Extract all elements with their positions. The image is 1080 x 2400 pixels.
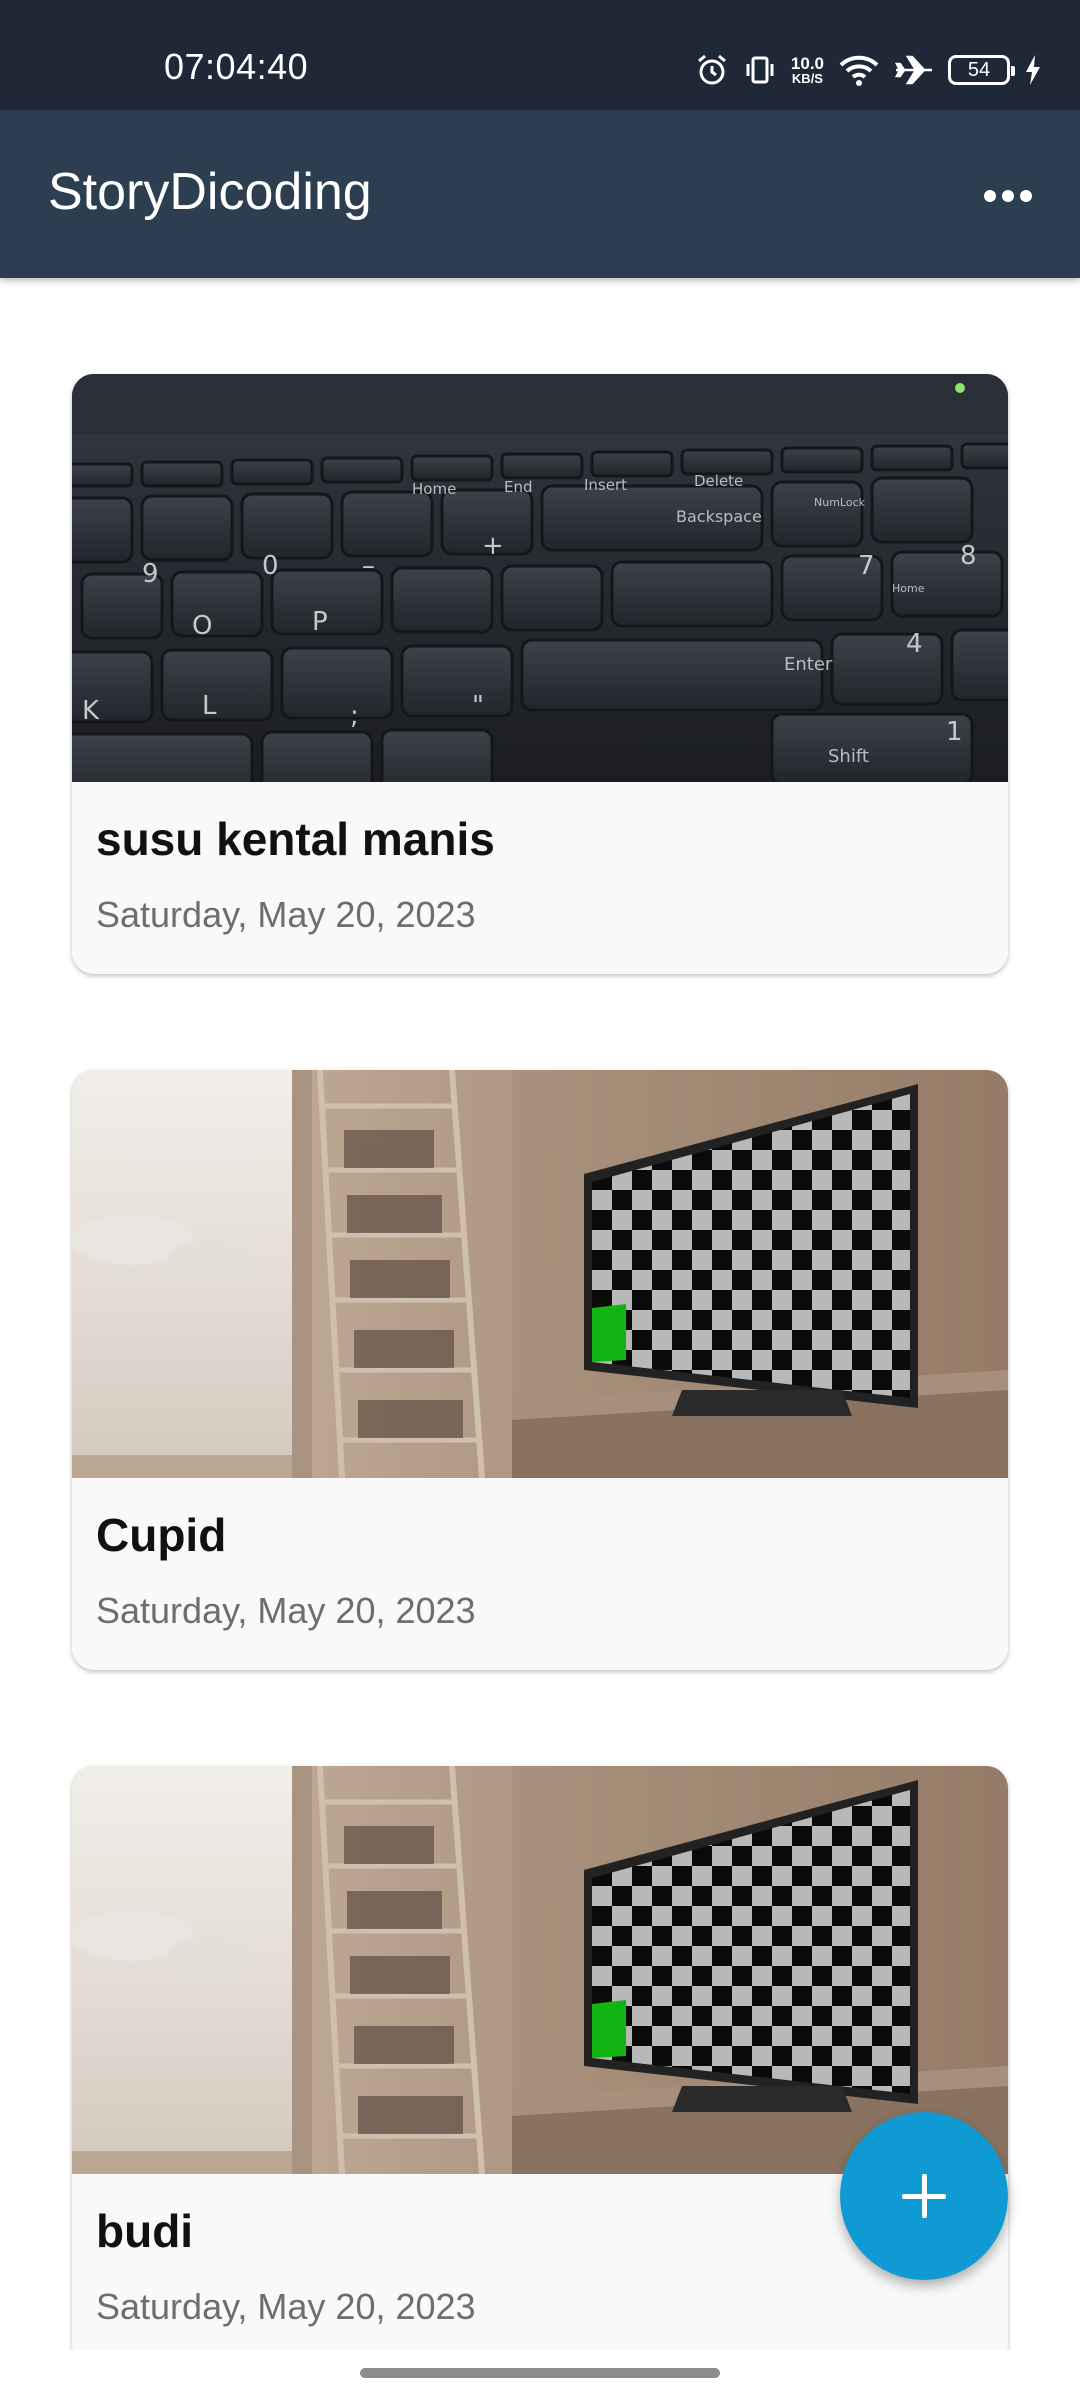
svg-text:": " — [472, 691, 484, 721]
story-card[interactable]: budi Saturday, May 20, 2023 — [72, 1766, 1008, 2350]
story-card[interactable]: Home End Insert Delete Backspace NumLock… — [72, 374, 1008, 974]
story-image-room — [72, 1070, 1008, 1478]
svg-text:O: O — [192, 611, 212, 641]
svg-text:Shift: Shift — [828, 746, 869, 767]
svg-text:0: 0 — [262, 551, 279, 581]
svg-text:NumLock: NumLock — [814, 496, 866, 509]
wifi-icon — [839, 55, 879, 86]
svg-text:Backspace: Backspace — [676, 507, 762, 526]
more-dots-icon[interactable] — [984, 172, 1032, 220]
status-bar: 07:04:40 10.0 KB/S 54 — [0, 0, 1080, 110]
story-card[interactable]: Cupid Saturday, May 20, 2023 — [72, 1070, 1008, 1670]
story-date: Saturday, May 20, 2023 — [96, 894, 476, 935]
dot — [1020, 190, 1032, 202]
svg-text:Enter: Enter — [784, 654, 833, 675]
svg-text:8: 8 — [960, 541, 977, 571]
airplane-icon — [894, 55, 932, 85]
svg-text:1: 1 — [946, 717, 963, 747]
keyboard-photo: Home End Insert Delete Backspace NumLock… — [72, 374, 1008, 782]
room-tv-checkerboard-photo — [72, 1766, 1008, 2174]
story-image-room — [72, 1766, 1008, 2174]
dot — [1002, 190, 1014, 202]
svg-text:–: – — [362, 551, 375, 581]
svg-text:7: 7 — [858, 551, 875, 581]
svg-text:Home: Home — [412, 480, 456, 498]
svg-text:;: ; — [350, 701, 359, 731]
net-speed-unit: KB/S — [791, 70, 823, 86]
story-name: budi — [96, 2205, 194, 2257]
svg-text:+: + — [482, 531, 504, 561]
svg-text:4: 4 — [906, 629, 923, 659]
dot — [984, 190, 996, 202]
svg-text:Insert: Insert — [584, 476, 627, 494]
net-speed-value: 10.0 — [790, 53, 824, 73]
svg-text:End: End — [504, 478, 533, 496]
svg-text:K: K — [82, 696, 100, 726]
svg-text:P: P — [312, 607, 328, 637]
story-name: Cupid — [96, 1509, 227, 1561]
story-list[interactable]: Home End Insert Delete Backspace NumLock… — [0, 278, 1080, 2350]
charging-icon — [1026, 55, 1040, 85]
app-bar: StoryDicoding — [0, 110, 1080, 278]
add-story-button[interactable] — [840, 2112, 1008, 2280]
battery-icon: 54 — [948, 55, 1015, 85]
vibrate-icon — [746, 56, 774, 84]
svg-text:Delete: Delete — [694, 472, 743, 490]
app-title: StoryDicoding — [48, 163, 372, 221]
story-image-keyboard: Home End Insert Delete Backspace NumLock… — [72, 374, 1008, 782]
story-name: susu kental manis — [96, 813, 495, 865]
svg-text:Home: Home — [892, 582, 925, 595]
alarm-icon — [697, 54, 726, 85]
net-speed: 10.0 KB/S — [791, 55, 824, 86]
story-date: Saturday, May 20, 2023 — [96, 2286, 476, 2327]
room-tv-checkerboard-photo — [72, 1070, 1008, 1478]
status-icons: 10.0 KB/S 54 — [695, 48, 1042, 92]
status-time: 07:04:40 — [164, 46, 309, 87]
svg-text:9: 9 — [142, 559, 159, 589]
svg-text:L: L — [202, 691, 217, 721]
gesture-bar[interactable] — [360, 2368, 720, 2378]
story-date: Saturday, May 20, 2023 — [96, 1590, 476, 1631]
